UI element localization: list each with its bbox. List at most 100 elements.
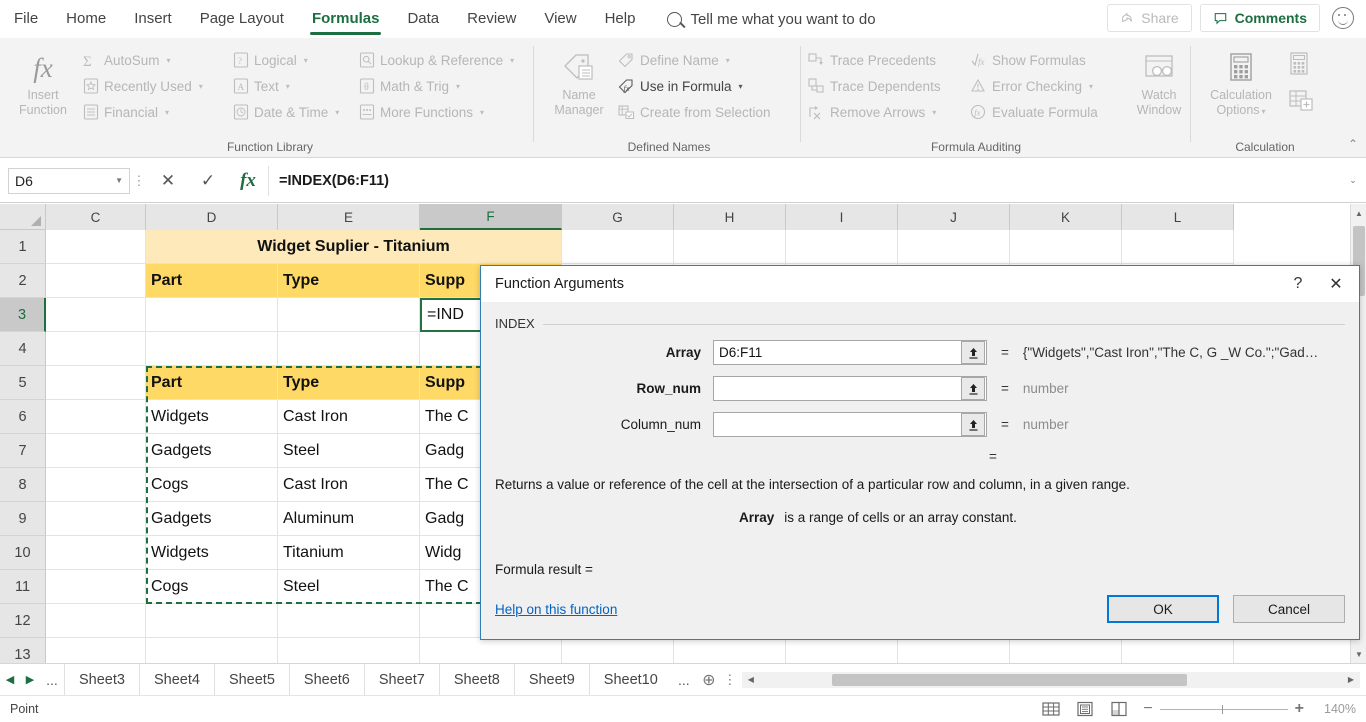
cell-C4[interactable] — [46, 332, 146, 366]
cell-C1[interactable] — [46, 230, 146, 264]
cell-D2[interactable]: Part — [146, 264, 278, 298]
column-header-J[interactable]: J — [898, 204, 1010, 230]
feedback-smiley-icon[interactable] — [1332, 7, 1354, 29]
ribbon-button-define-name[interactable]: Define Name ▾ — [618, 47, 798, 73]
ribbon-button-recently-used[interactable]: Recently Used ▾ — [82, 73, 227, 99]
name-manager-button[interactable]: Name Manager — [544, 48, 614, 118]
column-header-H[interactable]: H — [674, 204, 786, 230]
ribbon-button-text[interactable]: A Text ▾ — [232, 73, 357, 99]
sheet-tab-sheet8[interactable]: Sheet8 — [438, 663, 514, 696]
ribbon-button-remove-arrows[interactable]: Remove Arrows ▾ — [808, 99, 968, 125]
close-icon[interactable]: ✕ — [1317, 268, 1355, 300]
tell-me-search[interactable]: Tell me what you want to do — [667, 11, 876, 28]
cell-D11[interactable]: Cogs — [146, 570, 278, 604]
page-layout-icon[interactable] — [1075, 701, 1095, 717]
ribbon-button-create-from-selection[interactable]: Create from Selection — [618, 99, 798, 125]
row-header-11[interactable]: 11 — [0, 570, 46, 604]
column-header-E[interactable]: E — [278, 204, 420, 230]
cell-C5[interactable] — [46, 366, 146, 400]
ribbon-tab-file[interactable]: File — [0, 0, 52, 38]
column-header-D[interactable]: D — [146, 204, 278, 230]
ribbon-tab-data[interactable]: Data — [393, 0, 453, 38]
cell-J1[interactable] — [898, 230, 1010, 264]
dialog-help-button[interactable]: ? — [1279, 268, 1317, 300]
zoom-slider[interactable] — [1159, 704, 1288, 714]
ribbon-button-trace-dependents[interactable]: Trace Dependents — [808, 73, 968, 99]
cell-E8[interactable]: Cast Iron — [278, 468, 420, 502]
row-header-8[interactable]: 8 — [0, 468, 46, 502]
calculation-options-button[interactable]: Calculation Options ▾ — [1202, 48, 1280, 119]
calculate-now-button[interactable] — [1288, 52, 1310, 81]
argument-input-array[interactable] — [714, 341, 961, 364]
cell-C9[interactable] — [46, 502, 146, 536]
cell-D7[interactable]: Gadgets — [146, 434, 278, 468]
cell-C12[interactable] — [46, 604, 146, 638]
cell-C6[interactable] — [46, 400, 146, 434]
normal-view-icon[interactable] — [1041, 701, 1061, 717]
cell-E11[interactable]: Steel — [278, 570, 420, 604]
page-break-preview-icon[interactable] — [1109, 701, 1129, 717]
sheet-tab-sheet4[interactable]: Sheet4 — [138, 663, 214, 696]
collapse-dialog-button-column_num[interactable] — [961, 413, 985, 436]
cell-C13[interactable] — [46, 638, 146, 663]
ribbon-button-financial[interactable]: Financial ▾ — [82, 99, 227, 125]
ribbon-button-error-checking[interactable]: Error Checking ▾ — [970, 73, 1138, 99]
cell-D12[interactable] — [146, 604, 278, 638]
collapse-dialog-button-array[interactable] — [961, 341, 985, 364]
cancel-button[interactable]: Cancel — [1233, 595, 1345, 623]
cancel-formula-button[interactable]: ✕ — [148, 166, 188, 196]
row-header-13[interactable]: 13 — [0, 638, 46, 663]
cell-F13[interactable] — [420, 638, 562, 663]
cell-K1[interactable] — [1010, 230, 1122, 264]
ribbon-button-trace-precedents[interactable]: Trace Precedents — [808, 47, 968, 73]
share-button[interactable]: Share — [1107, 4, 1192, 32]
sheet-tab-sheet5[interactable]: Sheet5 — [213, 663, 289, 696]
expand-formula-bar-button[interactable]: ⌄ — [1340, 175, 1366, 186]
row-header-6[interactable]: 6 — [0, 400, 46, 434]
cell-E4[interactable] — [278, 332, 420, 366]
horizontal-scrollbar[interactable]: ◀ ▶ — [741, 671, 1360, 688]
sheet-menu-button[interactable]: ⋮ — [722, 673, 738, 686]
ribbon-button-lookup-reference[interactable]: Lookup & Reference ▾ — [358, 47, 518, 73]
scroll-left-arrow[interactable]: ◀ — [742, 675, 760, 684]
ribbon-tab-page-layout[interactable]: Page Layout — [186, 0, 298, 38]
ok-button[interactable]: OK — [1107, 595, 1219, 623]
zoom-percentage[interactable]: 140% — [1318, 702, 1356, 716]
add-sheet-button[interactable]: ⊕ — [696, 670, 722, 690]
sheet-list-left-ellipsis[interactable]: ... — [40, 672, 64, 688]
cell-G1[interactable] — [562, 230, 674, 264]
ribbon-tab-home[interactable]: Home — [52, 0, 120, 38]
ribbon-button-use-in-formula[interactable]: fx Use in Formula ▾ — [618, 73, 798, 99]
cell-D13[interactable] — [146, 638, 278, 663]
ribbon-button-math-trig[interactable]: θ Math & Trig ▾ — [358, 73, 518, 99]
next-sheet-button[interactable]: ▶ — [20, 673, 40, 686]
cell-C3[interactable] — [46, 298, 146, 332]
ribbon-button-evaluate-formula[interactable]: fx Evaluate Formula — [970, 99, 1138, 125]
cell-C11[interactable] — [46, 570, 146, 604]
row-header-1[interactable]: 1 — [0, 230, 46, 264]
cell-E7[interactable]: Steel — [278, 434, 420, 468]
cell-D10[interactable]: Widgets — [146, 536, 278, 570]
ribbon-button-logical[interactable]: ? Logical ▾ — [232, 47, 357, 73]
ribbon-tab-formulas[interactable]: Formulas — [298, 0, 394, 38]
sheet-tab-sheet10[interactable]: Sheet10 — [588, 663, 672, 696]
cell-H1[interactable] — [674, 230, 786, 264]
ribbon-button-show-formulas[interactable]: fx Show Formulas — [970, 47, 1138, 73]
row-header-4[interactable]: 4 — [0, 332, 46, 366]
sheet-list-right-ellipsis[interactable]: ... — [672, 672, 696, 688]
name-box[interactable]: D6 ▼ — [8, 167, 130, 194]
enter-formula-button[interactable]: ✓ — [188, 166, 228, 196]
cell-I13[interactable] — [786, 638, 898, 663]
ribbon-button-autosum[interactable]: Σ AutoSum ▾ — [82, 47, 227, 73]
cell-L1[interactable] — [1122, 230, 1234, 264]
column-header-F[interactable]: F — [420, 204, 562, 230]
cell-E2[interactable]: Type — [278, 264, 420, 298]
sheet-tab-sheet7[interactable]: Sheet7 — [363, 663, 439, 696]
cell-E13[interactable] — [278, 638, 420, 663]
cell-H13[interactable] — [674, 638, 786, 663]
cell-D3[interactable] — [146, 298, 278, 332]
previous-sheet-button[interactable]: ◀ — [0, 673, 20, 686]
cell-C8[interactable] — [46, 468, 146, 502]
ribbon-button-date-time[interactable]: Date & Time ▾ — [232, 99, 357, 125]
zoom-out-button[interactable]: − — [1143, 700, 1152, 718]
